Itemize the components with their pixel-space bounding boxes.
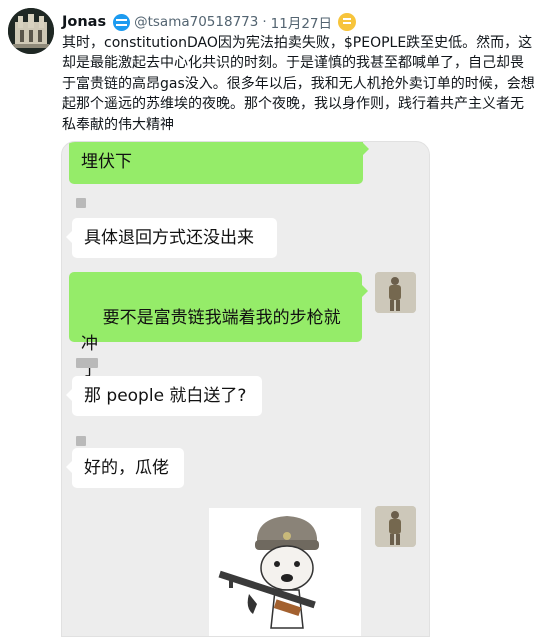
sender-name-blurred	[76, 436, 86, 446]
author-avatar[interactable]	[8, 8, 54, 54]
chat-message: 要不是富贵链我端着我的步枪就冲 了	[69, 272, 368, 380]
sender-avatar[interactable]	[375, 506, 416, 547]
tweet-text: 其时，constitutionDAO因为宪法拍卖失败，$PEOPLE跌至史低。然…	[62, 35, 535, 133]
author-name[interactable]: Jonas	[62, 14, 106, 30]
sticker-image[interactable]	[209, 508, 361, 636]
chat-message-text: 那 people 就白送了?	[84, 386, 247, 406]
tweet-header: Jonas @tsama70518773 · 11月27日	[62, 12, 357, 32]
coin-badge-icon	[338, 13, 357, 31]
chat-message-text: 埋伏下	[81, 152, 132, 172]
chat-message: 那 people 就白送了?	[66, 376, 262, 416]
chat-message-text: 具体退回方式还没出来	[84, 228, 254, 248]
verified-badge-icon	[113, 13, 131, 31]
chat-message: 好的，瓜佬	[66, 448, 184, 488]
author-handle[interactable]: @tsama70518773	[134, 14, 258, 30]
header-separator: ·	[262, 14, 267, 30]
chat-message: 具体退回方式还没出来	[66, 218, 277, 258]
sender-avatar[interactable]	[375, 272, 416, 313]
sticker-soldier-rifle	[209, 508, 361, 636]
chat-message-text: 好的，瓜佬	[84, 458, 169, 478]
avatar-image	[8, 8, 54, 54]
sender-name-blurred	[76, 358, 98, 368]
sender-name-blurred	[76, 198, 86, 208]
tweet-date[interactable]: 11月27日	[271, 12, 332, 32]
chat-message: 埋伏下	[69, 142, 369, 184]
chat-message-text: 要不是富贵链我端着我的步枪就冲 了	[81, 308, 341, 380]
statue-avatar-image	[375, 506, 416, 547]
statue-avatar-image	[375, 272, 416, 313]
chat-screenshot: 埋伏下 具体退回方式还没出来 要不是富贵链我端着我的步枪就冲 了 那 peopl…	[61, 141, 430, 637]
